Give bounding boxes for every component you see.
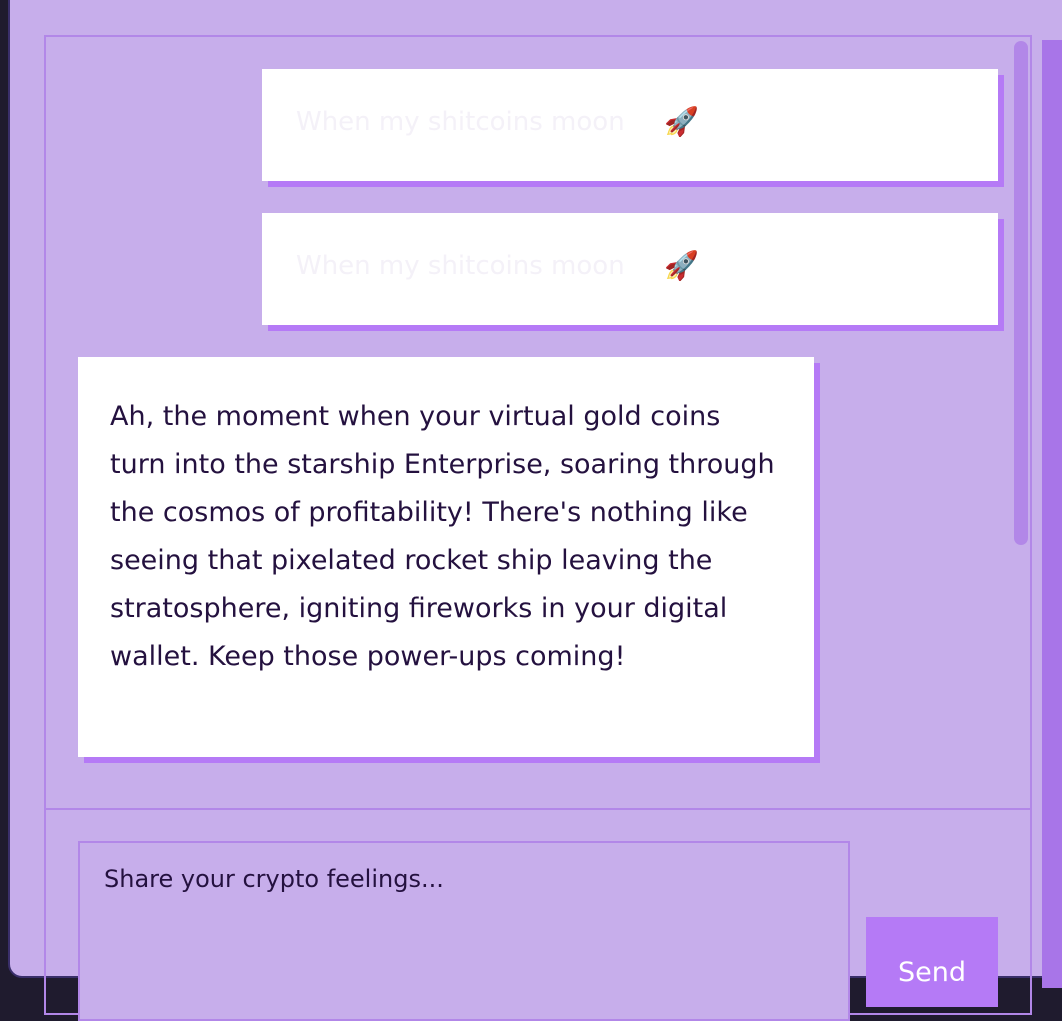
rocket-emoji-icon: 🚀 (664, 105, 699, 138)
message-text: When my shitcoins moon (296, 251, 625, 281)
user-message: When my shitcoins moon 🚀 (262, 213, 998, 325)
assistant-message: Ah, the moment when your virtual gold co… (78, 357, 814, 757)
message-list-scrollbar[interactable] (1014, 41, 1028, 545)
user-message: When my shitcoins moon 🚀 (262, 69, 998, 181)
composer-divider (46, 808, 1030, 810)
window-scrollbar[interactable] (1042, 40, 1062, 988)
message-text: Ah, the moment when your virtual gold co… (110, 401, 775, 672)
message-list[interactable]: When my shitcoins moon 🚀 When my shitcoi… (46, 37, 1030, 808)
message-input[interactable] (78, 841, 850, 1021)
rocket-emoji-icon: 🚀 (664, 249, 699, 282)
message-text: When my shitcoins moon (296, 107, 625, 137)
send-button[interactable]: Send (866, 917, 998, 1007)
